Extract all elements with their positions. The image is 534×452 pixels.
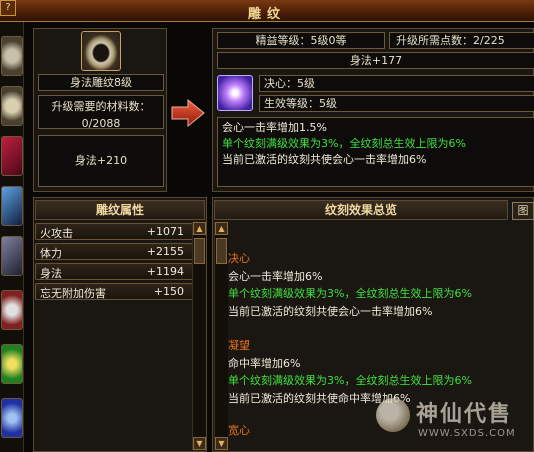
scroll-down-button[interactable]: ▼ (215, 437, 228, 450)
engraving-info-panel: 精益等级：5级0等 升级所需点数：2/225 身法+177 决心：5级 生效等级… (212, 28, 534, 192)
upgrade-points: 升级所需点数：2/225 (389, 32, 534, 49)
attribute-row: 火攻击 +1071 (35, 223, 193, 240)
attribute-name: 身法 (40, 267, 62, 280)
charm-slot-icon[interactable] (1, 398, 23, 438)
scroll-up-button[interactable]: ▲ (215, 222, 228, 235)
item-name: 身法雕纹8级 (38, 74, 164, 91)
scroll-down-button[interactable]: ▼ (193, 437, 206, 450)
scroll-thumb[interactable] (194, 238, 205, 264)
ring-slot-icon[interactable] (1, 86, 23, 126)
effect-line: 单个纹刻满级效果为3%，全纹刻总生效上限为6% (228, 287, 472, 300)
item-panel: 身法雕纹8级 升级需要的材料数： 0/2088 身法+210 (33, 28, 167, 192)
skill-description: 会心一击率增加1.5% 单个纹刻满级效果为3%，全纹刻总生效上限为6% 当前已激… (217, 117, 534, 187)
watermark-brand: 神仙代售 (416, 402, 513, 427)
attribute-value: +2155 (146, 245, 184, 258)
scroll-thumb[interactable] (216, 238, 227, 264)
attributes-scrollbar[interactable]: ▲ ▼ (192, 222, 206, 450)
refine-level: 精益等级：5级0等 (217, 32, 385, 49)
desc-line: 当前已激活的纹刻共使会心一击率增加6% (222, 153, 427, 166)
attribute-name: 火攻击 (40, 227, 73, 240)
watermark-logo-icon (376, 398, 410, 432)
window-title: 雕纹 (247, 7, 286, 22)
engraving-stat: 身法+177 (217, 52, 534, 69)
materials-box: 升级需要的材料数： 0/2088 (38, 95, 164, 130)
side-icon-strip (0, 22, 24, 452)
attribute-value: +1071 (146, 225, 184, 238)
watermark-url: WWW.SXDS.COM (418, 428, 516, 439)
item-bonus: 身法+210 (38, 135, 164, 187)
effect-line: 当前已激活的纹刻共使会心一击率增加6% (228, 304, 433, 318)
skill-name: 决心：5级 (259, 75, 534, 92)
overview-header: 纹刻效果总览 (214, 200, 508, 220)
skill-rune-icon[interactable] (217, 75, 253, 111)
effect-line: 会心一击率增加6% (228, 269, 323, 283)
desc-line: 会心一击率增加1.5% (222, 121, 327, 134)
attribute-value: +1194 (146, 265, 184, 278)
attribute-row: 身法 +1194 (35, 263, 193, 280)
effect-title: 决心 (228, 252, 250, 265)
effect-line: 命中率增加6% (228, 356, 301, 370)
overview-side-button[interactable]: 图 (512, 202, 534, 220)
orb-slot-icon[interactable] (1, 344, 23, 384)
materials-value: 0/2088 (81, 117, 121, 130)
armor-slot-icon[interactable] (1, 236, 23, 276)
attribute-value: +150 (153, 285, 184, 298)
effect-title: 凝望 (228, 339, 250, 352)
upgrade-arrow-icon (170, 98, 206, 128)
attribute-name: 体力 (40, 247, 62, 260)
sword-slot-icon[interactable] (1, 186, 23, 226)
attribute-row: 忘无附加伤害 +150 (35, 283, 193, 300)
attributes-header: 雕纹属性 (35, 200, 205, 220)
gem-slot-icon[interactable] (1, 136, 23, 176)
overview-scrollbar[interactable]: ▲ ▼ (214, 222, 228, 450)
ring-slot-icon[interactable] (1, 36, 23, 76)
scroll-up-button[interactable]: ▲ (193, 222, 206, 235)
attribute-name: 忘无附加伤害 (40, 287, 106, 300)
effect-level: 生效等级：5级 (259, 95, 534, 112)
materials-label: 升级需要的材料数： (51, 100, 151, 113)
watermark: 神仙代售 WWW.SXDS.COM (372, 392, 532, 448)
attribute-row: 体力 +2155 (35, 243, 193, 260)
title-bar: ? 雕纹 (0, 0, 534, 22)
engraving-item-icon[interactable] (81, 31, 121, 71)
desc-line: 单个纹刻满级效果为3%，全纹刻总生效上限为6% (222, 137, 466, 150)
mask-slot-icon[interactable] (1, 290, 23, 330)
effect-line: 单个纹刻满级效果为3%，全纹刻总生效上限为6% (228, 374, 472, 387)
